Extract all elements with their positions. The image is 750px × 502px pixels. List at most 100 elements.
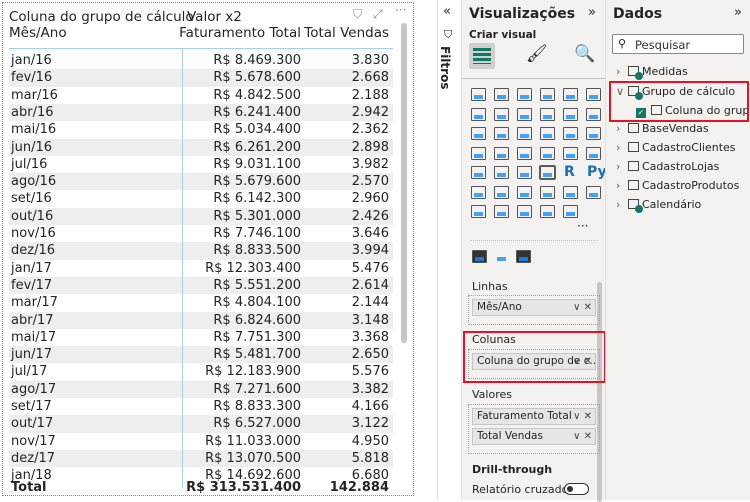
table-row[interactable]: jun/16 R$ 6.261.200 2.898 bbox=[9, 138, 393, 156]
visual-type-icon[interactable] bbox=[586, 127, 601, 140]
table-row[interactable]: mar/16 R$ 4.842.500 2.188 bbox=[9, 87, 393, 104]
visual-type-icon[interactable] bbox=[471, 107, 486, 121]
values-field-pill[interactable]: Total Vendas ∨ ✕ bbox=[472, 428, 596, 445]
data-table-item[interactable]: › CadastroProdutos bbox=[616, 178, 739, 194]
custom-visual-icon[interactable] bbox=[516, 250, 531, 263]
visual-type-icon[interactable] bbox=[540, 107, 555, 121]
table-row[interactable]: jan/17 R$ 12.303.400 5.476 bbox=[9, 260, 393, 277]
table-row[interactable]: abr/17 R$ 6.824.600 3.148 bbox=[9, 311, 393, 329]
visual-type-icon[interactable] bbox=[563, 205, 578, 218]
data-table-item[interactable]: › Medidas bbox=[616, 64, 688, 80]
values-field-pill[interactable]: Faturamento Total ∨ ✕ bbox=[472, 408, 596, 425]
table-row[interactable]: mar/17 R$ 4.804.100 2.144 bbox=[9, 294, 393, 311]
visual-type-icon[interactable] bbox=[517, 88, 532, 101]
visual-type-icon[interactable]: R bbox=[564, 164, 575, 180]
chevron-right-icon[interactable]: › bbox=[616, 159, 628, 175]
table-row[interactable]: mai/16 R$ 5.034.400 2.362 bbox=[9, 121, 393, 138]
visual-type-icon[interactable] bbox=[494, 205, 509, 218]
focus-mode-icon[interactable]: ⤢ bbox=[373, 7, 383, 22]
visual-type-icon[interactable] bbox=[494, 146, 509, 160]
visual-type-icon[interactable] bbox=[471, 146, 486, 160]
table-row[interactable]: set/16 R$ 6.142.300 2.960 bbox=[9, 190, 393, 207]
chevron-right-icon[interactable]: › bbox=[616, 178, 628, 194]
visual-type-icon[interactable] bbox=[540, 185, 555, 199]
table-row[interactable]: out/16 R$ 5.301.000 2.426 bbox=[9, 207, 393, 225]
data-table-item[interactable]: › Calendário bbox=[616, 197, 701, 213]
chevron-right-icon[interactable]: › bbox=[616, 140, 628, 156]
visual-type-icon[interactable] bbox=[517, 185, 532, 199]
visual-type-icon[interactable] bbox=[494, 127, 509, 140]
vertical-scrollbar[interactable] bbox=[401, 23, 407, 343]
values-well[interactable]: Faturamento Total ∨ ✕ Total Vendas ∨ ✕ bbox=[468, 404, 600, 454]
pill-actions[interactable]: ∨ ✕ bbox=[573, 409, 592, 424]
chevron-right-icon[interactable]: › bbox=[616, 121, 628, 137]
visual-type-icon[interactable] bbox=[471, 166, 486, 179]
visual-type-icon[interactable] bbox=[540, 127, 555, 140]
data-table-item[interactable]: › CadastroLojas bbox=[616, 159, 719, 175]
filter-icon[interactable]: ⛉ bbox=[353, 7, 362, 22]
visual-type-icon[interactable] bbox=[563, 146, 578, 160]
table-row[interactable]: jan/16 R$ 8.469.300 3.830 bbox=[9, 52, 393, 69]
format-visual-icon[interactable]: 🖌 bbox=[526, 44, 548, 64]
table-row[interactable]: ago/17 R$ 7.271.600 3.382 bbox=[9, 380, 393, 398]
rows-well[interactable]: Mês/Ano ∨ ✕ bbox=[468, 295, 600, 325]
visual-type-icon[interactable] bbox=[494, 107, 509, 121]
visual-type-icon[interactable] bbox=[540, 88, 555, 101]
custom-visual-icon[interactable] bbox=[494, 250, 509, 263]
chevron-right-icon[interactable]: › bbox=[616, 64, 628, 80]
visual-type-icon[interactable] bbox=[471, 205, 486, 218]
rows-field-pill[interactable]: Mês/Ano ∨ ✕ bbox=[472, 299, 596, 316]
table-row[interactable]: set/17 R$ 8.833.300 4.166 bbox=[9, 398, 393, 415]
table-row[interactable]: out/17 R$ 6.527.000 3.122 bbox=[9, 415, 393, 433]
table-row[interactable]: jul/17 R$ 12.183.900 5.576 bbox=[9, 363, 393, 380]
visual-type-icon[interactable] bbox=[586, 107, 601, 121]
visual-type-icon[interactable]: Py bbox=[587, 164, 607, 180]
visual-type-icon[interactable] bbox=[563, 185, 578, 199]
table-row[interactable]: fev/17 R$ 5.551.200 2.614 bbox=[9, 276, 393, 295]
cross-report-toggle[interactable] bbox=[564, 483, 589, 495]
more-options-icon[interactable]: ··· bbox=[395, 3, 406, 17]
visual-type-icon[interactable] bbox=[517, 107, 532, 121]
table-row[interactable]: abr/16 R$ 6.241.400 2.942 bbox=[9, 103, 393, 122]
collapse-data-icon[interactable]: » bbox=[734, 5, 742, 20]
chevron-right-icon[interactable]: › bbox=[616, 197, 628, 213]
visual-type-icon[interactable] bbox=[539, 165, 556, 180]
visual-type-icon[interactable] bbox=[517, 146, 532, 160]
matrix-visual[interactable]: ⛉ ⤢ ··· Coluna do grupo de cálculo Valor… bbox=[2, 2, 414, 496]
visual-type-icon[interactable] bbox=[586, 88, 601, 101]
visual-type-icon[interactable] bbox=[563, 88, 578, 101]
filters-pane-collapsed[interactable]: « ⛉ Filtros bbox=[437, 0, 461, 500]
collapse-visualizations-icon[interactable]: » bbox=[588, 5, 596, 20]
custom-visual-icon[interactable] bbox=[472, 250, 487, 263]
data-table-item[interactable]: › BaseVendas bbox=[616, 121, 709, 137]
table-row[interactable]: fev/16 R$ 5.678.600 2.668 bbox=[9, 69, 393, 87]
search-input[interactable]: ⚲ Pesquisar bbox=[612, 34, 744, 54]
visual-type-icon[interactable] bbox=[471, 127, 486, 140]
visual-type-icon[interactable] bbox=[471, 185, 486, 199]
table-row[interactable]: nov/17 R$ 11.033.000 4.950 bbox=[9, 433, 393, 450]
expand-filters-icon[interactable]: « bbox=[443, 4, 451, 19]
table-row[interactable]: dez/16 R$ 8.833.500 3.994 bbox=[9, 242, 393, 260]
table-row[interactable]: jun/17 R$ 5.481.700 2.650 bbox=[9, 346, 393, 364]
pill-actions[interactable]: ∨ ✕ bbox=[573, 429, 592, 444]
visual-type-icon[interactable] bbox=[494, 185, 509, 199]
table-row[interactable]: ago/16 R$ 5.679.600 2.570 bbox=[9, 173, 393, 191]
visual-type-icon[interactable] bbox=[563, 127, 578, 140]
table-row[interactable]: dez/17 R$ 13.070.500 5.818 bbox=[9, 449, 393, 468]
visual-type-icon[interactable] bbox=[494, 166, 509, 179]
visual-type-icon[interactable] bbox=[494, 88, 509, 101]
visual-type-icon[interactable] bbox=[471, 88, 486, 101]
data-table-item[interactable]: › CadastroClientes bbox=[616, 140, 736, 156]
pill-actions[interactable]: ∨ ✕ bbox=[573, 300, 592, 315]
visual-type-icon[interactable] bbox=[586, 185, 601, 199]
table-row[interactable]: mai/17 R$ 7.751.300 3.368 bbox=[9, 329, 393, 346]
analytics-icon[interactable]: 🔍 bbox=[574, 44, 595, 64]
visual-type-icon[interactable] bbox=[517, 205, 532, 218]
visual-type-icon[interactable] bbox=[586, 146, 601, 160]
table-row[interactable]: jul/16 R$ 9.031.100 3.982 bbox=[9, 156, 393, 173]
visual-type-icon[interactable] bbox=[540, 205, 555, 218]
visual-type-icon[interactable] bbox=[517, 127, 532, 140]
table-row[interactable]: nov/16 R$ 7.746.100 3.646 bbox=[9, 225, 393, 242]
more-visuals-icon[interactable]: ··· bbox=[577, 219, 588, 233]
visual-type-icon[interactable] bbox=[540, 146, 555, 160]
